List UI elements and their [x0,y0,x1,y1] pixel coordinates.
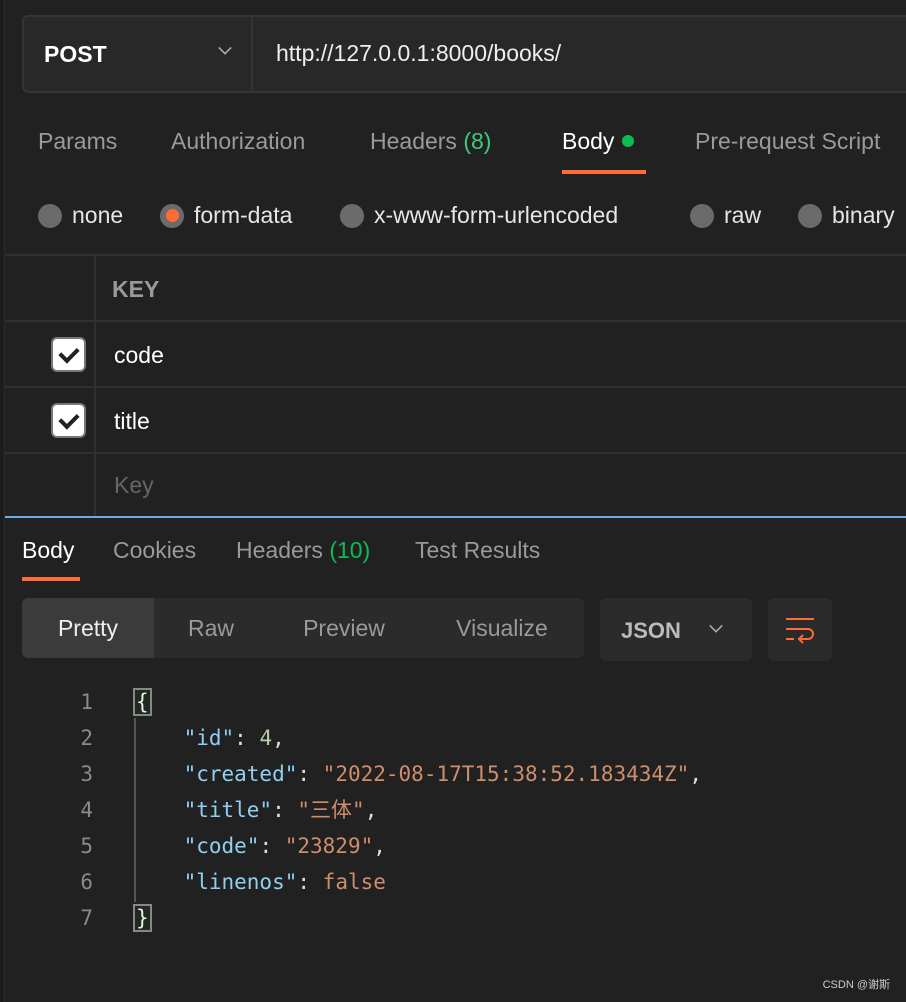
response-tab-cookies[interactable]: Cookies [113,537,196,564]
radio-icon [38,203,62,228]
brace-open: { [133,688,152,716]
view-visualize[interactable]: Visualize [420,598,584,658]
view-pretty[interactable]: Pretty [22,598,154,658]
key-cell[interactable]: code [114,342,164,369]
json-key: "linenos" [183,870,298,894]
tab-params[interactable]: Params [38,128,117,155]
view-raw[interactable]: Raw [154,598,268,658]
json-value: 4 [259,726,273,750]
radio-form-data[interactable]: form-data [160,202,292,229]
row-checkbox[interactable] [51,403,86,438]
key-cell[interactable]: title [114,408,150,435]
line-number: 5 [80,834,93,858]
radio-label: x-www-form-urlencoded [374,202,619,228]
tab-label: Body [562,128,615,154]
json-value: "2022-08-17T15:38:52.183434Z" [322,762,690,786]
radio-label: binary [832,202,895,228]
json-key: "code" [183,834,260,858]
view-preview[interactable]: Preview [268,598,420,658]
json-value: "23829" [284,834,374,858]
radio-label: raw [724,202,762,228]
watermark: CSDN @谢斯 [822,979,890,991]
new-key-input[interactable]: Key [114,472,154,499]
response-tab-test-results[interactable]: Test Results [415,537,540,564]
brace-close: } [133,904,152,932]
tab-label: Headers [236,537,323,563]
line-number: 3 [80,762,93,786]
format-label: JSON [621,618,681,643]
table-column-divider [94,255,96,517]
chevron-down-icon [218,41,232,55]
radio-binary[interactable]: binary [798,202,895,229]
line-number: 2 [80,726,93,750]
table-border [5,320,906,322]
sidebar-edge [0,0,5,1002]
wrap-lines-icon [786,618,814,644]
headers-count: (8) [463,128,492,154]
url-input[interactable]: http://127.0.0.1:8000/books/ [276,40,561,67]
radio-icon [798,203,822,228]
line-number: 6 [80,870,93,894]
radio-raw[interactable]: raw [690,202,761,229]
status-dot-icon [622,135,635,147]
tab-headers[interactable]: Headers (8) [370,128,491,155]
format-select[interactable]: JSON [600,598,752,661]
radio-icon [340,203,364,228]
table-border [5,386,906,388]
column-header-key: KEY [112,276,160,302]
tab-label: Headers [370,128,457,154]
radio-urlencoded[interactable]: x-www-form-urlencoded [340,202,618,229]
active-tab-underline [562,170,646,174]
tab-authorization[interactable]: Authorization [171,128,305,155]
row-checkbox[interactable] [51,337,86,372]
table-border [5,254,906,256]
pane-resize-divider[interactable] [5,516,906,518]
line-number: 7 [80,906,93,930]
radio-selected-icon [160,203,184,228]
tab-pre-request-script[interactable]: Pre-request Script [695,128,880,155]
response-tab-body[interactable]: Body [22,537,74,564]
chevron-down-icon [709,619,723,633]
view-mode-segmented-control: Pretty Raw Preview Visualize [22,598,584,658]
json-key: "title" [183,798,273,822]
json-value: "三体" [297,798,365,822]
response-tab-headers[interactable]: Headers (10) [236,537,370,564]
radio-none[interactable]: none [38,202,123,229]
radio-label: form-data [194,202,293,228]
json-key: "created" [183,762,298,786]
wrap-lines-button[interactable] [768,598,832,661]
radio-label: none [72,202,124,228]
method-select[interactable]: POST [22,15,253,93]
table-border [5,452,906,454]
json-key: "id" [183,726,235,750]
line-number: 4 [80,798,93,822]
json-value: false [322,870,386,894]
active-tab-underline [22,577,80,581]
method-label: POST [44,40,107,67]
radio-icon [690,203,714,228]
tab-body[interactable]: Body [562,128,635,155]
line-number: 1 [80,690,93,714]
headers-count: (10) [329,537,371,563]
